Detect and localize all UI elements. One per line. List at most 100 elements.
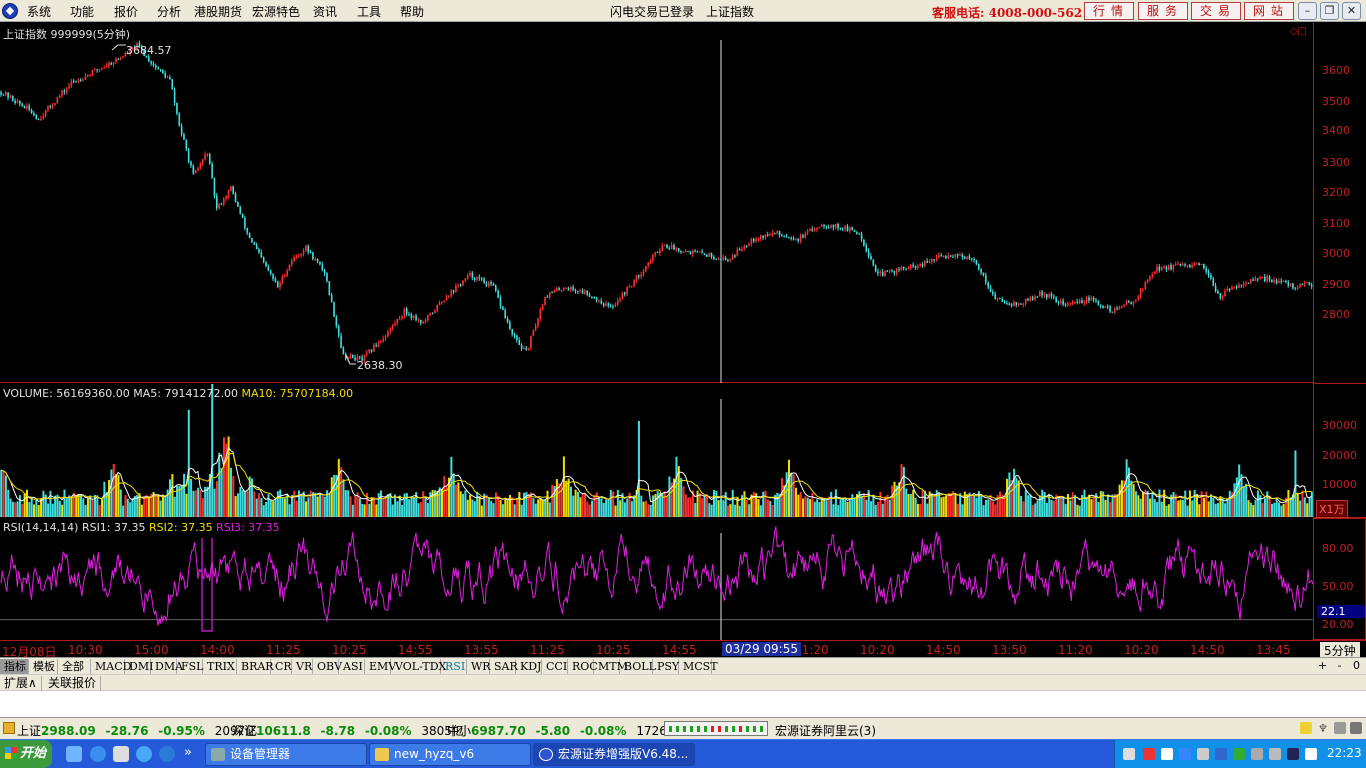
menu-hk-futures[interactable]: 港股期货 xyxy=(194,3,242,20)
menu-info[interactable]: 资讯 xyxy=(313,3,337,20)
indicator-tab-dmi[interactable]: DMI xyxy=(125,659,153,674)
indicator-tab-mcst[interactable]: MCST xyxy=(679,659,718,674)
indicator-tab-brar[interactable]: BRAR xyxy=(237,659,274,674)
indicator-tab-emv[interactable]: EMV xyxy=(365,659,396,674)
app-logo-icon[interactable] xyxy=(2,3,18,19)
chart-corner-icon[interactable]: ◇□ xyxy=(1290,26,1307,37)
rsi-panel[interactable]: RSI(14,14,14) RSI1: 37.35 RSI2: 37.35 RS… xyxy=(0,518,1313,640)
candle-body xyxy=(1029,297,1032,301)
quote-button[interactable]: 行情 xyxy=(1084,2,1134,20)
menu-tools[interactable]: 工具 xyxy=(357,3,381,20)
settings-icon[interactable] xyxy=(1350,722,1362,734)
restore-icon[interactable]: ❐ xyxy=(1320,2,1339,20)
network-icon[interactable] xyxy=(1143,748,1155,760)
volume-bar xyxy=(839,498,842,517)
task-device-manager[interactable]: 设备管理器 xyxy=(205,743,367,766)
volume-bar xyxy=(319,493,322,517)
price-chart-canvas[interactable] xyxy=(0,23,1313,383)
indicator-tab-vol-tdx[interactable]: VOL-TDX xyxy=(391,659,446,674)
keyboard-icon[interactable] xyxy=(1123,748,1135,760)
ie-icon[interactable] xyxy=(90,746,106,762)
indicator-tab-sar[interactable]: SAR xyxy=(490,659,518,674)
market-icon[interactable] xyxy=(3,722,15,734)
volume-bar xyxy=(912,489,915,517)
volume-bar xyxy=(516,498,519,517)
tray-app-icon[interactable] xyxy=(1161,748,1173,760)
indicator-tab-cci[interactable]: CCI xyxy=(542,659,568,674)
display-icon[interactable] xyxy=(1197,748,1209,760)
candle-body xyxy=(223,198,225,205)
task-trading-app[interactable]: 宏源证券增强版V6.48... xyxy=(533,743,695,766)
indicator-tab-wr[interactable]: WR xyxy=(467,659,491,674)
server-name[interactable]: 宏源证券阿里云(3) xyxy=(775,722,876,739)
minimize-icon[interactable]: – xyxy=(1298,2,1317,20)
menu-help[interactable]: 帮助 xyxy=(400,3,424,20)
indicator-tab-模板[interactable]: 模板 xyxy=(29,659,58,674)
bluetooth-icon[interactable] xyxy=(1179,748,1191,760)
volume-bar xyxy=(823,498,826,517)
more-quicklaunch[interactable]: » xyxy=(184,745,192,760)
security-shield-icon[interactable] xyxy=(1215,748,1227,760)
tab-related-quotes[interactable]: 关联报价 xyxy=(44,676,102,691)
menu-analysis[interactable]: 分析 xyxy=(157,3,181,20)
battery-icon[interactable] xyxy=(1287,748,1299,760)
indicator-tab-psy[interactable]: PSY xyxy=(653,659,679,674)
volume-chart-canvas[interactable] xyxy=(0,384,1313,517)
indicator-tab-dma[interactable]: DMA xyxy=(151,659,183,674)
candle-body xyxy=(846,226,849,232)
indicator-tab-vr[interactable]: VR xyxy=(292,659,313,674)
indicator-tab-boll[interactable]: BOLL xyxy=(620,659,656,674)
indicator-tab-roc[interactable]: ROC xyxy=(568,659,598,674)
indicator-tab-trix[interactable]: TRIX xyxy=(203,659,237,674)
service-button[interactable]: 服务 xyxy=(1138,2,1188,20)
antivirus-icon[interactable] xyxy=(1233,748,1245,760)
lock-icon[interactable] xyxy=(1300,722,1312,734)
indicator-tab-obv[interactable]: OBV xyxy=(313,659,342,674)
volume-bar xyxy=(961,504,964,517)
browser-icon[interactable] xyxy=(136,746,152,762)
media-icon[interactable] xyxy=(159,746,175,762)
volume-bar xyxy=(940,497,943,517)
candle-body xyxy=(985,275,987,283)
website-button[interactable]: 网站 xyxy=(1244,2,1294,20)
indicator-tab-asi[interactable]: ASI xyxy=(339,659,365,674)
rsi-chart-canvas[interactable] xyxy=(0,518,1313,640)
explorer-icon[interactable] xyxy=(113,746,129,762)
indicator-tab-rsi[interactable]: RSI xyxy=(441,659,467,674)
indicator-tab-全部[interactable]: 全部 xyxy=(58,659,91,674)
menu-system[interactable]: 系统 xyxy=(27,3,51,20)
indicator-tab-cr[interactable]: CR xyxy=(271,659,292,674)
menu-function[interactable]: 功能 xyxy=(70,3,94,20)
indicator-tab-macd[interactable]: MACD xyxy=(91,659,131,674)
task-folder[interactable]: new_hyzq_v6 xyxy=(369,743,531,766)
period-label[interactable]: 5分钟 xyxy=(1320,642,1360,658)
trade-button[interactable]: 交易 xyxy=(1191,2,1241,20)
tray-misc-icon[interactable] xyxy=(1269,748,1281,760)
price-chart-panel[interactable]: 上证指数 999999(5分钟) ◇□ 3684.57 2638.30 xyxy=(0,23,1313,383)
sz-index-summary[interactable]: 深证10611.8 -8.78 -0.08% 3805亿 xyxy=(232,722,464,739)
menu-hongyuan-special[interactable]: 宏源特色 xyxy=(252,3,300,20)
candle-body xyxy=(176,102,178,114)
volume-icon[interactable] xyxy=(1305,748,1317,760)
volume-panel[interactable]: VOLUME: 56169360.00 MA5: 79141272.00 MA1… xyxy=(0,384,1313,517)
indicator-tab-指标[interactable]: 指标 xyxy=(0,659,29,674)
close-icon[interactable]: ✕ xyxy=(1342,2,1361,20)
show-desktop-icon[interactable] xyxy=(66,746,82,762)
candle-body xyxy=(1179,263,1182,266)
zoom-out-button[interactable]: - xyxy=(1332,659,1347,674)
sh-index-summary[interactable]: 上证2988.09 -28.76 -0.95% 2097亿 xyxy=(17,722,257,739)
usb-icon[interactable] xyxy=(1251,748,1263,760)
menu-quote[interactable]: 报价 xyxy=(114,3,138,20)
indicator-tab-fsl[interactable]: FSL xyxy=(177,659,203,674)
start-button[interactable]: 开始 xyxy=(0,740,52,768)
antenna-icon[interactable]: ♆ xyxy=(1318,722,1330,735)
indicator-tab-mtm[interactable]: MTM xyxy=(594,659,628,674)
volume-bar xyxy=(246,491,249,517)
sme-index-summary[interactable]: 中小6987.70 -5.80 -0.08% 1726亿 xyxy=(447,722,679,739)
message-icon[interactable] xyxy=(1334,722,1346,734)
indicator-tab-kdj[interactable]: KDJ xyxy=(516,659,542,674)
candle-body xyxy=(804,233,807,238)
tab-extend[interactable]: 扩展∧ xyxy=(0,676,42,691)
reset-button[interactable]: 0 xyxy=(1349,659,1364,674)
zoom-in-button[interactable]: + xyxy=(1315,659,1330,674)
